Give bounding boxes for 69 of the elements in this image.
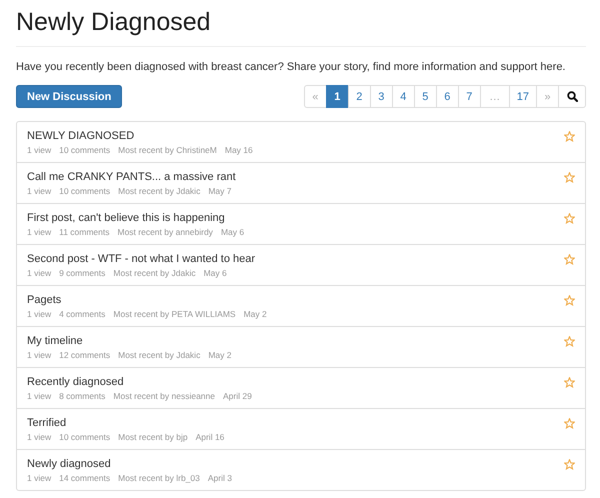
comment-count: 14 comments (59, 472, 110, 485)
view-count: 1 view (27, 308, 52, 321)
search-icon (566, 91, 578, 102)
previous-page-button[interactable]: « (304, 85, 327, 108)
bookmark-star-icon[interactable] (564, 172, 575, 183)
discussion-title[interactable]: Terrified (27, 416, 66, 431)
page-button[interactable]: 7 (458, 85, 481, 108)
last-post-date: May 16 (224, 144, 253, 157)
bookmark-star-icon[interactable] (564, 459, 575, 470)
discussion-title[interactable]: Newly diagnosed (27, 457, 111, 472)
comment-count: 10 comments (59, 185, 110, 198)
bookmark-star-icon[interactable] (564, 295, 575, 306)
last-post-date: April 29 (222, 390, 252, 403)
page-button[interactable]: 17 (508, 85, 537, 108)
comment-count: 8 comments (59, 390, 106, 403)
comment-count: 9 comments (59, 267, 106, 280)
discussion-title[interactable]: My timeline (27, 334, 83, 349)
discussion-title[interactable]: Recently diagnosed (27, 375, 124, 390)
last-post-date: April 3 (208, 472, 232, 485)
last-post-date: May 2 (208, 349, 232, 362)
last-post-date: May 2 (244, 308, 267, 321)
page-button[interactable]: 4 (392, 85, 415, 108)
page-description: Have you recently been diagnosed with breast cancer? Share your story, find more information and support here. (16, 60, 566, 74)
search-button[interactable] (558, 85, 586, 108)
comment-count: 11 comments (59, 226, 110, 239)
bookmark-star-icon[interactable] (564, 131, 575, 142)
most-recent-author: Most recent by annebirdy (117, 226, 213, 239)
discussion-title[interactable]: Pagets (27, 293, 62, 308)
most-recent-author: Most recent by PETA WILLIAMS (113, 308, 236, 321)
last-post-date: May 7 (208, 185, 232, 198)
comment-count: 10 comments (59, 144, 110, 157)
bookmark-star-icon[interactable] (564, 213, 575, 224)
page-button[interactable]: 5 (414, 85, 437, 108)
page-button[interactable]: 6 (436, 85, 459, 108)
new-discussion-button[interactable]: New Discussion (16, 85, 122, 108)
last-post-date: May 6 (204, 267, 227, 280)
discussion-title[interactable]: Call me CRANKY PANTS... a massive rant (27, 170, 236, 185)
comment-count: 4 comments (59, 308, 106, 321)
most-recent-author: Most recent by Jdakic (118, 349, 200, 362)
page-button[interactable]: 3 (370, 85, 393, 108)
bookmark-star-icon[interactable] (564, 336, 575, 347)
view-count: 1 view (27, 431, 52, 444)
page-title: Newly Diagnosed (16, 7, 211, 37)
view-count: 1 view (27, 349, 52, 362)
last-post-date: April 16 (196, 431, 224, 444)
view-count: 1 view (27, 144, 52, 157)
bookmark-star-icon[interactable] (564, 254, 575, 265)
last-post-date: May 6 (220, 226, 244, 239)
comment-count: 12 comments (59, 349, 110, 362)
most-recent-author: Most recent by lrb_03 (118, 472, 200, 485)
discussion-title[interactable]: First post, can't believe this is happening (27, 211, 225, 226)
most-recent-author: Most recent by Jdakic (118, 185, 200, 198)
page-button[interactable]: 1 (326, 85, 349, 108)
bookmark-star-icon[interactable] (564, 377, 575, 388)
most-recent-author: Most recent by Jdakic (113, 267, 196, 280)
view-count: 1 view (27, 185, 52, 198)
most-recent-author: Most recent by nessieanne (113, 390, 215, 403)
bookmark-star-icon[interactable] (564, 418, 575, 429)
view-count: 1 view (27, 390, 52, 403)
view-count: 1 view (27, 472, 52, 485)
view-count: 1 view (27, 267, 52, 280)
discussion-title[interactable]: Second post - WTF - not what I wanted to hear (27, 252, 256, 267)
view-count: 1 view (27, 226, 52, 239)
page-button[interactable]: 2 (348, 85, 371, 108)
discussion-title[interactable]: NEWLY DIAGNOSED (27, 129, 134, 144)
comment-count: 10 comments (59, 431, 110, 444)
most-recent-author: Most recent by ChristineM (118, 144, 217, 157)
next-page-button[interactable]: » (536, 85, 559, 108)
most-recent-author: Most recent by bjp (118, 431, 188, 444)
